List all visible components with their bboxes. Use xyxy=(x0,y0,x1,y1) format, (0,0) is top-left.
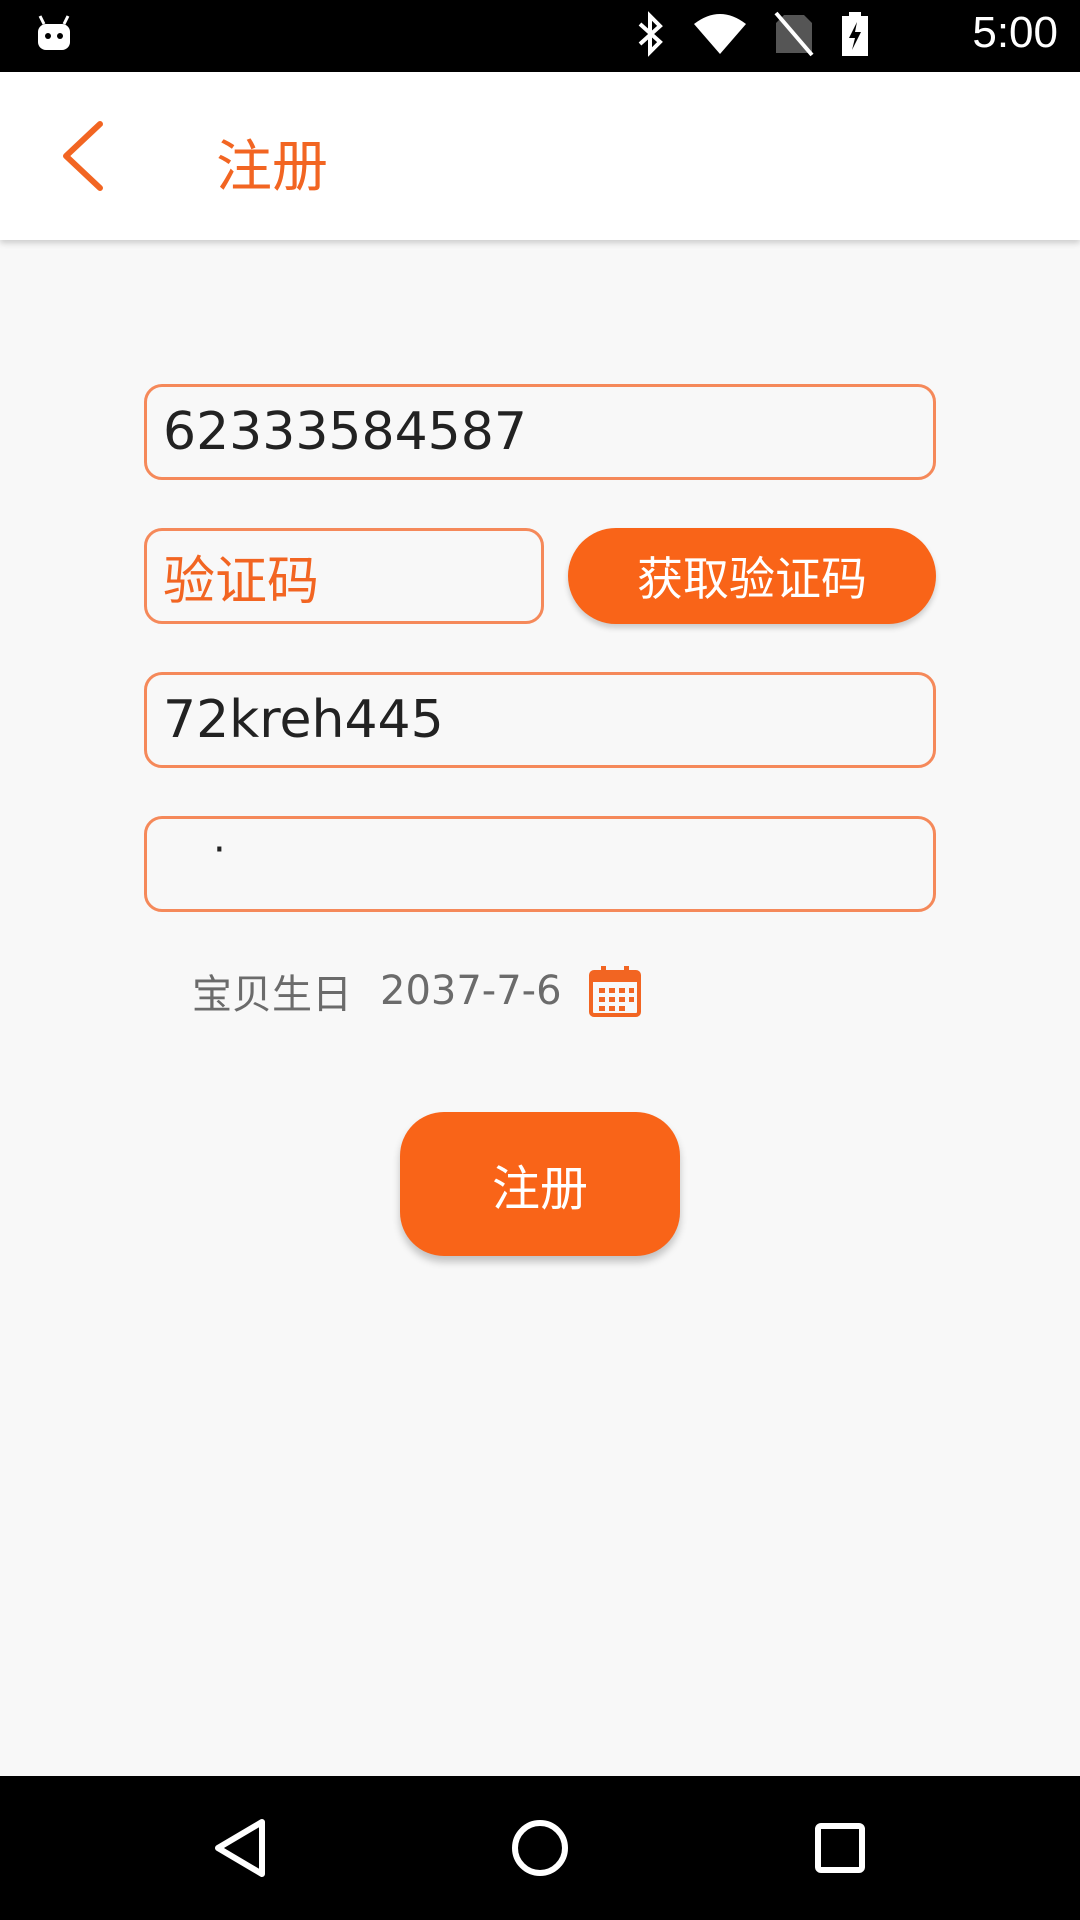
birthday-value[interactable]: 2037-7-6 xyxy=(380,968,562,1014)
navigation-bar xyxy=(0,1776,1080,1920)
birthday-label: 宝贝生日 xyxy=(192,972,352,1018)
battery-charging-icon xyxy=(842,12,868,56)
no-sim-icon xyxy=(774,11,814,57)
app-bar: 注册 xyxy=(0,72,1080,240)
confirm-password-input[interactable]: · xyxy=(144,816,936,912)
calendar-icon[interactable] xyxy=(588,964,642,1018)
password-value: 72kreh445 xyxy=(163,690,444,750)
confirm-value: · xyxy=(213,827,226,873)
register-button[interactable]: 注册 xyxy=(400,1112,680,1256)
status-time: 5:00 xyxy=(972,8,1058,57)
android-icon xyxy=(38,15,70,50)
phone-input[interactable]: 62333584587 xyxy=(144,384,936,480)
page-title: 注册 xyxy=(216,135,328,200)
password-input[interactable]: 72kreh445 xyxy=(144,672,936,768)
back-triangle-icon[interactable] xyxy=(200,1808,280,1888)
home-circle-icon[interactable] xyxy=(500,1808,580,1888)
chevron-left-icon[interactable] xyxy=(56,118,116,194)
get-code-button[interactable]: 获取验证码 xyxy=(568,528,936,624)
wifi-icon xyxy=(694,14,746,54)
recents-square-icon[interactable] xyxy=(800,1808,880,1888)
verification-code-input[interactable]: 验证码 xyxy=(144,528,544,624)
birthday-row: 宝贝生日 2037-7-6 xyxy=(192,962,642,1020)
phone-value: 62333584587 xyxy=(163,402,527,462)
bluetooth-icon xyxy=(638,11,663,57)
status-bar: 5:00 xyxy=(0,0,1080,72)
code-placeholder: 验证码 xyxy=(163,551,320,612)
